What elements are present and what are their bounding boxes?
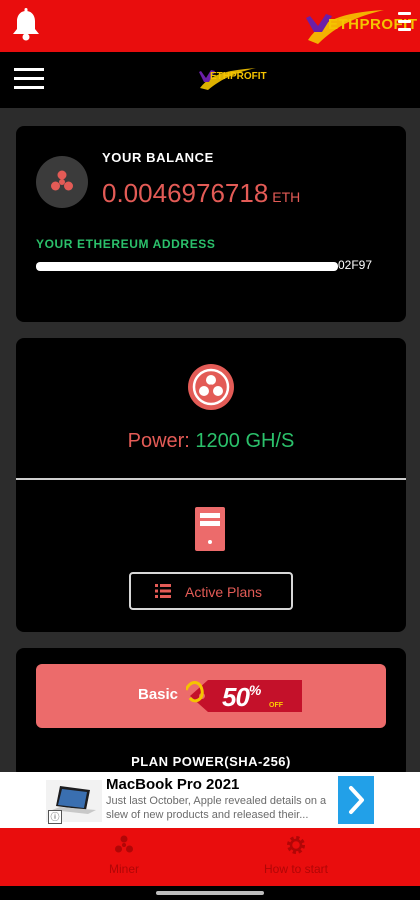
ad-title[interactable]: MacBook Pro 2021	[106, 776, 239, 793]
discount-off-label: OFF	[269, 702, 283, 709]
plan-card: Basic 50% OFF PLAN POWER(SHA-256)	[16, 648, 406, 778]
list-icon	[155, 584, 171, 598]
nav-label-miner: Miner	[108, 862, 139, 876]
nav-label-how-to-start: How to start	[263, 862, 329, 876]
hamburger-menu-icon[interactable]	[14, 68, 44, 92]
discount-number: 50	[222, 682, 250, 712]
brand-logo: ETHPROFIT	[304, 6, 417, 48]
discount-symbol: %	[248, 682, 261, 698]
nav-item-miner[interactable]: Miner	[54, 834, 194, 882]
plan-power-label: PLAN POWER(SHA-256)	[131, 754, 291, 769]
balance-unit: ETH	[272, 189, 301, 205]
ethereum-address-tail: 02F97	[338, 258, 373, 272]
ad-info-icon[interactable]: ⓘ	[48, 810, 62, 824]
discount-value: 50%	[222, 682, 261, 713]
overflow-menu-icon[interactable]	[398, 12, 412, 38]
bottom-navigation: Miner How to start	[0, 828, 420, 886]
active-plans-button[interactable]: Active Plans	[129, 572, 293, 610]
balance-amount: 0.0046976718	[102, 178, 269, 208]
mining-fan-icon	[188, 364, 234, 410]
navigation-bar: ETHPROFIT	[0, 52, 420, 108]
fan-icon	[115, 835, 133, 853]
chevron-right-icon	[349, 786, 364, 814]
balance-label: YOUR BALANCE	[102, 150, 214, 165]
brand-name-small: ETHPROFIT	[210, 71, 267, 82]
ad-banner[interactable]: ⓘ MacBook Pro 2021 Just last October, Ap…	[0, 772, 420, 828]
server-icon	[195, 507, 225, 551]
balance-value: 0.0046976718 ETH	[102, 178, 300, 209]
settings-gear-icon	[287, 836, 305, 854]
brand-logo-small: ETHPROFIT	[198, 66, 267, 92]
ethereum-address-label: YOUR ETHEREUM ADDRESS	[36, 237, 216, 251]
balance-avatar	[36, 156, 88, 208]
power-card: Power: 1200 GH/S Active Plans	[16, 338, 406, 632]
divider	[16, 478, 406, 480]
ethereum-address-redacted	[36, 262, 338, 271]
balance-card: YOUR BALANCE 0.0046976718 ETH YOUR ETHERE…	[16, 126, 406, 322]
fan-icon	[51, 170, 73, 191]
ad-open-button[interactable]	[338, 776, 374, 824]
ad-description[interactable]: Just last October, Apple revealed detail…	[106, 794, 330, 822]
top-bar: ETHPROFIT	[0, 0, 420, 52]
nav-item-how-to-start[interactable]: How to start	[226, 834, 366, 882]
hash-power: Power: 1200 GH/S	[16, 430, 406, 453]
notification-bell-icon[interactable]	[10, 8, 42, 42]
active-plans-label: Active Plans	[185, 584, 263, 600]
plan-name: Basic	[138, 686, 179, 703]
plan-banner[interactable]: Basic 50% OFF	[36, 664, 386, 728]
power-label: Power:	[127, 430, 190, 452]
power-value: 1200 GH/S	[195, 430, 295, 452]
system-home-indicator	[0, 886, 420, 900]
